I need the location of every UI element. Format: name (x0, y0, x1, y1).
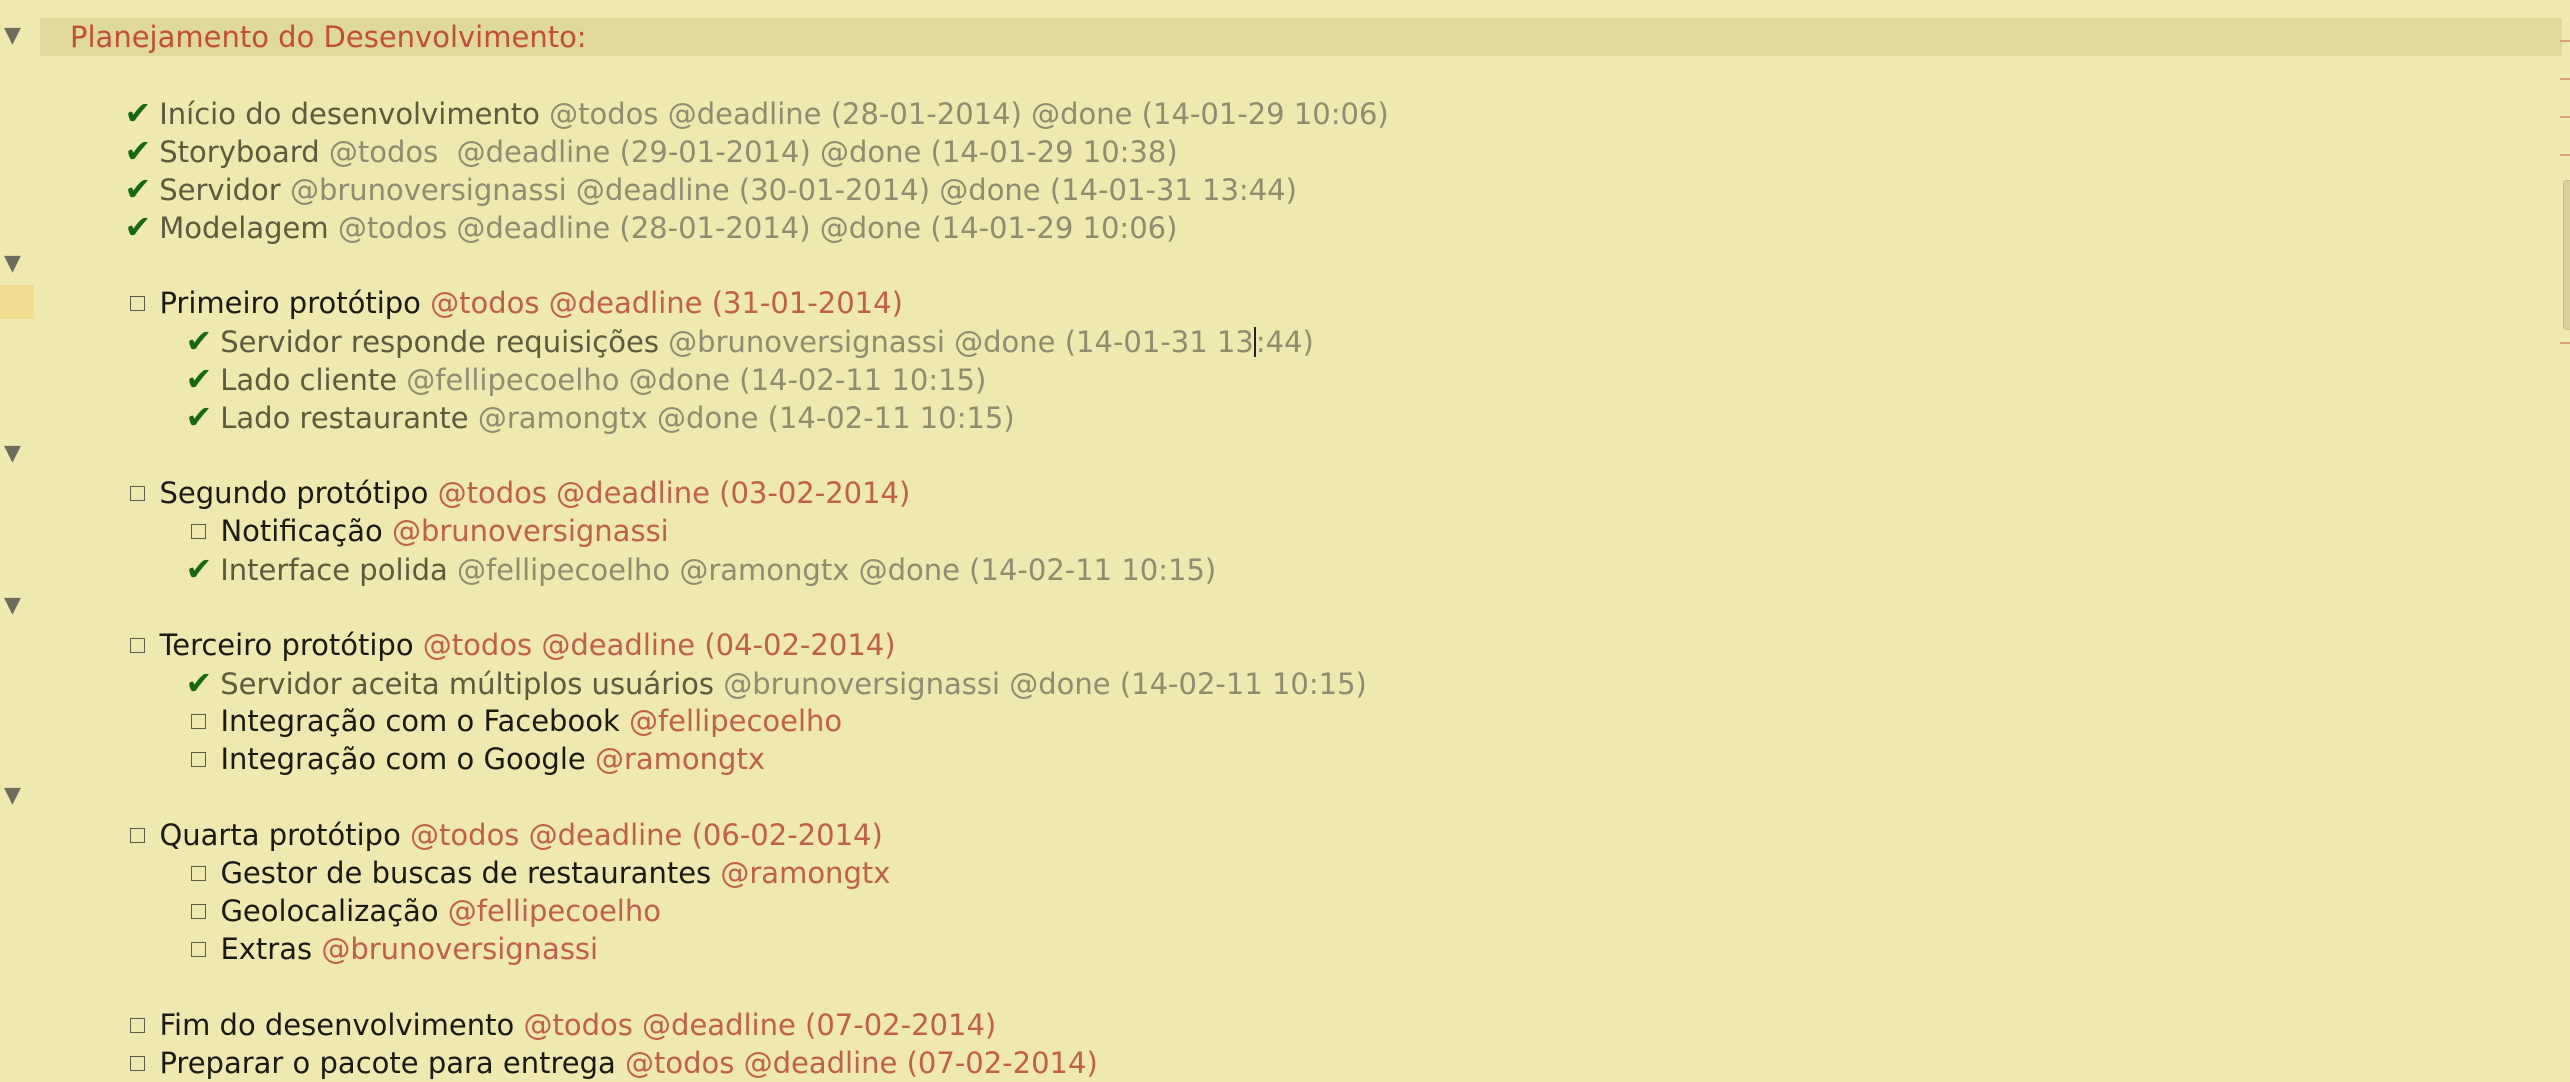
task-row[interactable]: Geolocalização @fellipecoelho (173, 854, 661, 928)
task-text: Lado restaurante (220, 401, 469, 435)
text-cursor (1253, 327, 1256, 357)
task-row[interactable]: Terceiro protótipo @todos @deadline (04-… (112, 588, 896, 662)
fold-triangle-icon[interactable]: ▼ (4, 435, 21, 473)
task-row[interactable]: Integração com o Google @ramongtx (173, 702, 765, 776)
scrollbar-thumb[interactable] (2563, 180, 2570, 330)
task-row[interactable]: Preparar o pacote para entrega @todos @d… (112, 1006, 1098, 1080)
scrollbar-marker (2560, 154, 2570, 156)
task-row[interactable]: Notificação @brunoversignassi (173, 474, 669, 548)
scrollbar-marker (2560, 78, 2570, 80)
checkbox-icon[interactable] (130, 827, 146, 843)
task-tags: @brunoversignassi (321, 932, 599, 966)
task-row[interactable]: ✔ Lado cliente @fellipecoelho @done (14-0… (167, 322, 986, 398)
project-title[interactable]: Planejamento do Desenvolvimento: (70, 18, 587, 56)
fold-triangle-icon[interactable]: ▼ (4, 777, 21, 815)
task-tags: @todos @deadline (07-02-2014) (625, 1046, 1098, 1080)
task-row[interactable]: ✔ Storyboard @todos @deadline (29-01-2014… (106, 94, 1177, 170)
current-line-marker (0, 285, 34, 319)
task-text: Preparar o pacote para entrega (159, 1046, 616, 1080)
checkbox-icon[interactable] (130, 485, 146, 501)
fold-triangle-icon[interactable]: ▼ (4, 245, 21, 283)
scrollbar-marker (2560, 116, 2570, 118)
task-text: Integração com o Google (220, 742, 586, 776)
checkbox-icon[interactable] (191, 751, 207, 767)
checkbox-icon[interactable] (130, 295, 146, 311)
task-row[interactable]: Quarta protótipo @todos @deadline (06-02… (112, 778, 883, 852)
checkbox-icon[interactable] (130, 637, 146, 653)
task-tags: @ramongtx (720, 856, 891, 890)
task-row[interactable]: ✔ Servidor @brunoversignassi @deadline (3… (106, 132, 1297, 208)
fold-triangle-icon[interactable]: ▼ (4, 17, 21, 55)
vertical-scrollbar[interactable] (2560, 0, 2570, 1058)
checkmark-icon[interactable]: ✔ (185, 398, 212, 436)
task-tags: @todos @deadline (28-01-2014) @done (14-… (337, 211, 1178, 245)
task-row[interactable]: ✔ Lado restaurante @ramongtx @done (14-02… (167, 360, 1014, 436)
task-row[interactable]: Primeiro protótipo @todos @deadline (31-… (112, 246, 903, 320)
checkmark-icon[interactable]: ✔ (124, 208, 151, 246)
task-row[interactable]: Integração com o Facebook @fellipecoelho (173, 664, 842, 738)
task-row[interactable]: ✔ Interface polida @fellipecoelho @ramong… (167, 512, 1216, 588)
checkbox-icon[interactable] (191, 941, 207, 957)
fold-triangle-icon[interactable]: ▼ (4, 587, 21, 625)
scrollbar-marker (2560, 342, 2570, 344)
task-row[interactable]: ✔ Servidor responde requisições @brunover… (167, 284, 1313, 360)
task-row[interactable]: Fim do desenvolvimento @todos @deadline … (112, 968, 996, 1042)
task-row[interactable]: Extras @brunoversignassi (173, 892, 598, 966)
gutter: ▼ ▼ ▼ ▼ ▼ (0, 0, 36, 1058)
task-row[interactable]: Segundo protótipo @todos @deadline (03-0… (112, 436, 910, 510)
task-tags: @ramongtx (594, 742, 765, 776)
task-text: Interface polida (220, 553, 448, 587)
task-text: Extras (220, 932, 313, 966)
task-text: Modelagem (159, 211, 329, 245)
task-row[interactable]: Gestor de buscas de restaurantes @ramong… (173, 816, 890, 890)
task-row[interactable]: ✔ Início do desenvolvimento @todos @deadl… (106, 56, 1388, 132)
task-tags: @fellipecoelho @ramongtx @done (14-02-11… (456, 553, 1217, 587)
checkmark-icon[interactable]: ✔ (185, 550, 212, 588)
task-row[interactable]: ✔ Modelagem @todos @deadline (28-01-2014)… (106, 170, 1177, 246)
scrollbar-marker (2560, 40, 2570, 42)
task-tags: @ramongtx @done (14-02-11 10:15) (477, 401, 1015, 435)
task-row[interactable]: ✔ Servidor aceita múltiplos usuários @bru… (167, 626, 1366, 702)
